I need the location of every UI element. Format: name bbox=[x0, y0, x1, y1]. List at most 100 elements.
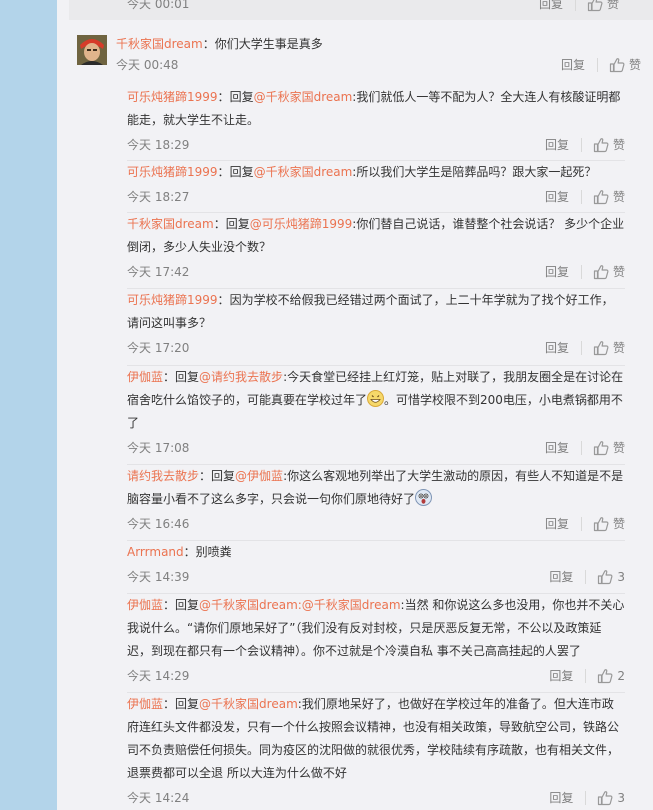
reply-prefix: 回复 bbox=[175, 370, 200, 384]
like-label: 赞 bbox=[628, 58, 641, 72]
reply-prefix: 回复 bbox=[225, 217, 250, 231]
reply-text-line: 千秋家国dream：回复@可乐炖猪蹄1999:你们替自己说话，谁替整个社会说话？… bbox=[127, 213, 625, 259]
divider bbox=[580, 517, 582, 531]
divider bbox=[596, 58, 598, 72]
divider bbox=[580, 138, 582, 152]
author-separator: ： bbox=[163, 598, 176, 612]
reply-meta: 今天 14:24 回复 3 bbox=[127, 788, 625, 808]
reply-item: Arrrmand：别喷粪 今天 14:39 回复 3 bbox=[127, 540, 625, 587]
reply-button[interactable]: 回复 bbox=[545, 338, 569, 358]
mention-link[interactable]: @可乐炖猪蹄1999 bbox=[250, 217, 353, 231]
reply-meta: 今天 14:29 回复 2 bbox=[127, 666, 625, 686]
mention-link[interactable]: @伊伽蓝 bbox=[235, 469, 283, 483]
reply-button[interactable]: 回复 bbox=[545, 438, 569, 458]
reply-meta: 今天 18:27 回复 赞 bbox=[127, 187, 625, 207]
divider bbox=[574, 0, 576, 11]
reply-time: 今天 14:29 bbox=[127, 669, 190, 683]
thumbs-up-icon bbox=[587, 0, 603, 12]
mention-link[interactable]: @请约我去散步 bbox=[199, 370, 283, 384]
like-button[interactable]: 赞 bbox=[593, 262, 625, 282]
reply-item: 可乐炖猪蹄1999：回复@千秋家国dream:我们就低人一等不配为人？全大连人有… bbox=[127, 86, 625, 155]
reply-text-line: 伊伽蓝：回复@千秋家国dream:我们原地呆好了，也做好在学校过年的准备了。但大… bbox=[127, 693, 625, 785]
reply-button[interactable]: 回复 bbox=[545, 135, 569, 155]
like-button[interactable]: 赞 bbox=[593, 438, 625, 458]
like-button[interactable]: 赞 bbox=[593, 338, 625, 358]
like-label: 赞 bbox=[612, 341, 625, 355]
reply-item: 伊伽蓝：回复@请约我去散步:今天食堂已经挂上红灯笼，贴上对联了，我朋友圈全是在讨… bbox=[127, 365, 625, 458]
reply-prefix: 回复 bbox=[229, 90, 254, 104]
comment-time: 今天 00:48 bbox=[116, 58, 179, 72]
comment-panel: 今天 00:01 回复 赞 千秋家国dream：你们大学生事是真多 今天 00:… bbox=[57, 0, 653, 810]
like-label: 赞 bbox=[606, 0, 619, 11]
reply-button[interactable]: 回复 bbox=[545, 187, 569, 207]
thumbs-up-icon bbox=[593, 138, 609, 153]
comment-author[interactable]: 千秋家国dream bbox=[116, 37, 203, 51]
reply-author[interactable]: 可乐炖猪蹄1999 bbox=[127, 165, 218, 179]
reply-meta: 今天 14:39 回复 3 bbox=[127, 567, 625, 587]
reply-time: 今天 17:08 bbox=[127, 441, 190, 455]
reply-author[interactable]: 请约我去散步 bbox=[127, 469, 199, 483]
author-separator: ： bbox=[217, 293, 230, 307]
main-comment: 千秋家国dream：你们大学生事是真多 bbox=[116, 34, 323, 54]
reply-text-line: 可乐炖猪蹄1999：回复@千秋家国dream:我们就低人一等不配为人？全大连人有… bbox=[127, 86, 625, 132]
thumbs-up-icon bbox=[593, 265, 609, 280]
author-separator: ： bbox=[163, 370, 176, 384]
reply-time: 今天 14:39 bbox=[127, 570, 190, 584]
thumbs-up-icon bbox=[598, 791, 613, 806]
author-separator: ： bbox=[202, 37, 215, 51]
reply-time: 今天 17:42 bbox=[127, 265, 190, 279]
mention-link[interactable]: @千秋家国dream:@千秋家国dream bbox=[199, 598, 400, 612]
divider bbox=[580, 441, 582, 455]
like-button[interactable]: 赞 bbox=[593, 187, 625, 207]
like-label: 赞 bbox=[612, 190, 625, 204]
thumbs-up-icon bbox=[609, 58, 625, 73]
like-button[interactable]: 3 bbox=[597, 567, 625, 587]
divider bbox=[580, 265, 582, 279]
reply-author[interactable]: 伊伽蓝 bbox=[127, 370, 163, 384]
reply-button[interactable]: 回复 bbox=[549, 666, 573, 686]
reply-button[interactable]: 回复 bbox=[545, 514, 569, 534]
like-count: 2 bbox=[617, 669, 625, 683]
like-label: 赞 bbox=[612, 265, 625, 279]
reply-meta: 今天 18:29 回复 赞 bbox=[127, 135, 625, 155]
like-button[interactable]: 赞 bbox=[593, 135, 625, 155]
reply-button[interactable]: 回复 bbox=[545, 262, 569, 282]
mention-link[interactable]: @千秋家国dream bbox=[254, 90, 353, 104]
like-button[interactable]: 赞 bbox=[593, 514, 625, 534]
reply-item: 伊伽蓝：回复@千秋家国dream:@千秋家国dream:当然 和你说这么多也没用… bbox=[127, 593, 625, 686]
reply-author[interactable]: Arrrmand bbox=[127, 545, 184, 559]
reply-item: 千秋家国dream：回复@可乐炖猪蹄1999:你们替自己说话，谁替整个社会说话？… bbox=[127, 212, 625, 282]
reply-author[interactable]: 伊伽蓝 bbox=[127, 697, 163, 711]
mention-link[interactable]: @千秋家国dream bbox=[254, 165, 353, 179]
avatar-image bbox=[77, 35, 107, 65]
author-separator: ： bbox=[217, 165, 230, 179]
reply-author[interactable]: 可乐炖猪蹄1999 bbox=[127, 293, 218, 307]
reply-meta: 今天 16:46 回复 赞 bbox=[127, 514, 625, 534]
reply-author[interactable]: 千秋家国dream bbox=[127, 217, 214, 231]
avatar[interactable] bbox=[77, 35, 107, 65]
author-separator: ： bbox=[163, 697, 176, 711]
comment-time: 今天 00:01 bbox=[127, 0, 190, 11]
reply-time: 今天 14:24 bbox=[127, 791, 190, 805]
thumbs-up-icon bbox=[593, 190, 609, 205]
mention-link[interactable]: @千秋家国dream bbox=[199, 697, 298, 711]
like-count: 3 bbox=[617, 570, 625, 584]
reply-text-line: 可乐炖猪蹄1999：回复@千秋家国dream:所以我们大学生是陪葬品吗？跟大家一… bbox=[127, 161, 625, 184]
like-button[interactable]: 2 bbox=[597, 666, 625, 686]
shocked-emoji-icon bbox=[415, 489, 433, 506]
reply-item: 可乐炖猪蹄1999：因为学校不给假我已经错过两个面试了，上二十年学就为了找个好工… bbox=[127, 288, 625, 358]
reply-time: 今天 18:29 bbox=[127, 138, 190, 152]
reply-button[interactable]: 回复 bbox=[549, 788, 573, 808]
reply-meta: 今天 17:42 回复 赞 bbox=[127, 262, 625, 282]
reply-author[interactable]: 伊伽蓝 bbox=[127, 598, 163, 612]
reply-button[interactable]: 回复 bbox=[561, 55, 585, 75]
reply-prefix: 回复 bbox=[229, 165, 254, 179]
like-button[interactable]: 3 bbox=[597, 788, 625, 808]
reply-author[interactable]: 可乐炖猪蹄1999 bbox=[127, 90, 218, 104]
author-separator: ： bbox=[183, 545, 196, 559]
reply-meta: 今天 17:08 回复 赞 bbox=[127, 438, 625, 458]
reply-button[interactable]: 回复 bbox=[539, 0, 563, 14]
reply-button[interactable]: 回复 bbox=[549, 567, 573, 587]
like-button[interactable]: 赞 bbox=[587, 0, 619, 14]
like-button[interactable]: 赞 bbox=[609, 55, 641, 75]
